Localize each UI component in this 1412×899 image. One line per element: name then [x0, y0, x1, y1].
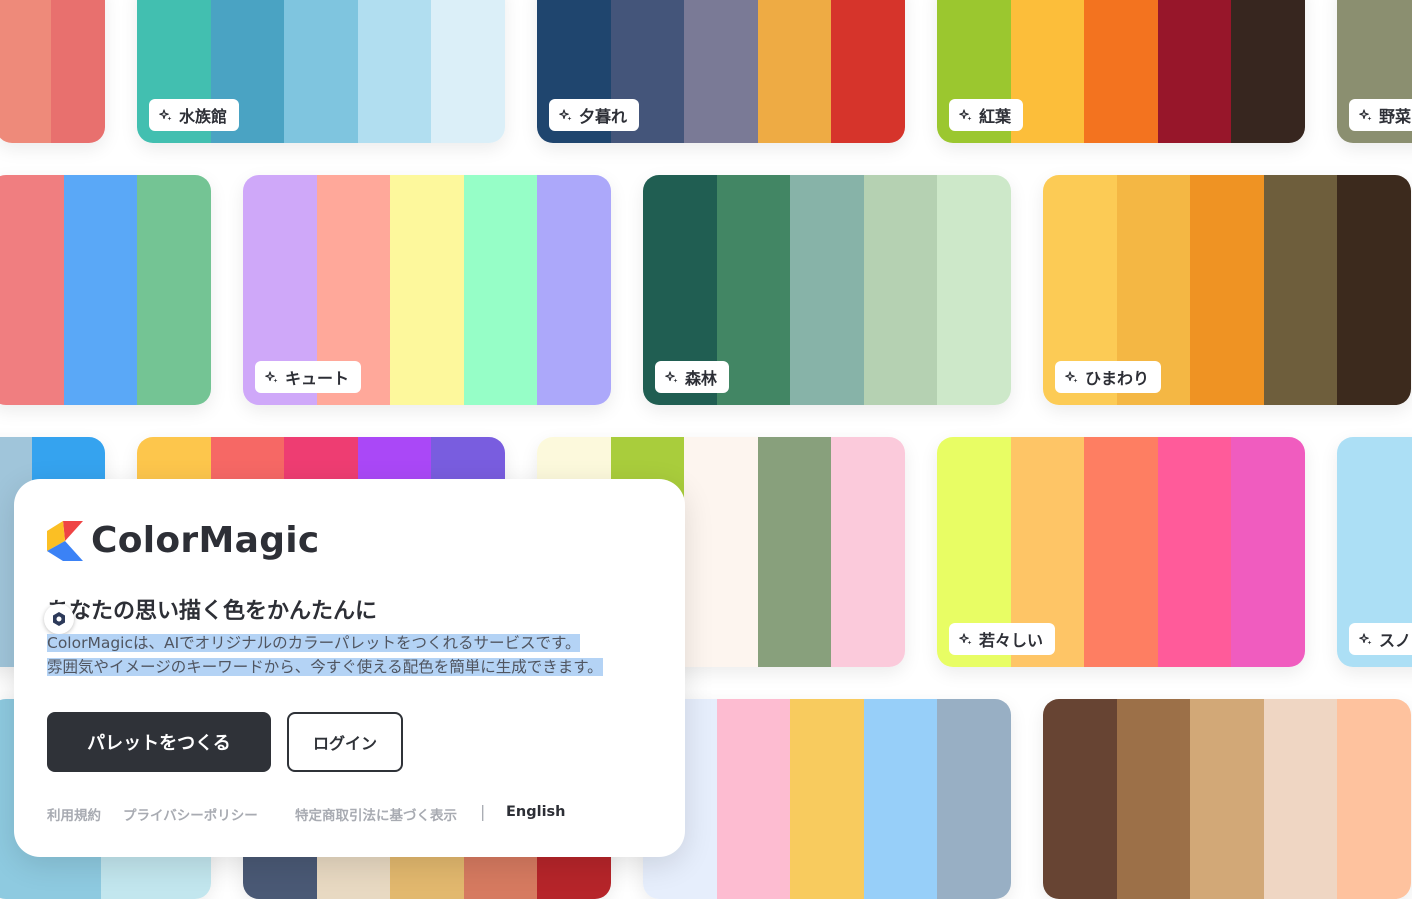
palette-card[interactable]: 夕暮れ — [537, 0, 905, 143]
palette-card[interactable]: 水族館 — [137, 0, 505, 143]
description-line-2: 雰囲気やイメージのキーワードから、今すぐ使える配色を簡単に生成できます。 — [47, 658, 603, 676]
color-swatch[interactable] — [716, 699, 791, 899]
color-swatch[interactable] — [1190, 699, 1264, 899]
palette-name-tag[interactable]: 森林 — [655, 361, 730, 393]
color-swatch[interactable] — [357, 0, 432, 143]
color-swatch[interactable] — [790, 699, 864, 899]
sparkle-icon — [665, 370, 679, 384]
color-swatch[interactable] — [863, 175, 938, 405]
palette-name-tag[interactable]: キュート — [255, 361, 362, 393]
palette-name: ひまわり — [1085, 369, 1150, 388]
color-swatch[interactable] — [63, 175, 138, 405]
color-swatch[interactable] — [137, 175, 211, 405]
palette-card[interactable] — [1043, 699, 1411, 899]
color-swatch[interactable] — [390, 175, 464, 405]
color-swatch[interactable] — [831, 0, 905, 143]
color-swatch[interactable] — [50, 0, 105, 143]
color-swatch[interactable] — [1337, 699, 1411, 899]
color-swatch[interactable] — [937, 175, 1011, 405]
palette-name-tag[interactable]: 水族館 — [149, 99, 240, 131]
color-swatch[interactable] — [1043, 699, 1117, 899]
color-swatch[interactable] — [1263, 175, 1338, 405]
footer-separator: | — [480, 802, 486, 821]
palette-name: 夕暮れ — [579, 107, 628, 126]
sparkle-icon — [159, 108, 173, 122]
palette-name: 野菜 — [1379, 107, 1412, 126]
commerce-law-link[interactable]: 特定商取引法に基づく表示 — [295, 804, 457, 824]
color-swatch[interactable] — [1157, 437, 1232, 667]
palette-card[interactable] — [0, 175, 211, 405]
color-swatch[interactable] — [831, 437, 905, 667]
sparkle-icon — [1359, 108, 1373, 122]
palette-name-tag[interactable]: スノ — [1349, 623, 1412, 655]
color-swatch[interactable] — [1084, 437, 1158, 667]
palette-name: スノ — [1379, 631, 1412, 650]
sparkle-icon — [265, 370, 279, 384]
page-title: あなたの思い描く色をかんたんに — [47, 599, 378, 624]
palette-card[interactable]: スノ — [1337, 437, 1412, 667]
palette-card[interactable]: ひまわり — [1043, 175, 1411, 405]
color-swatch[interactable] — [937, 699, 1011, 899]
palette-name-tag[interactable]: ひまわり — [1055, 361, 1162, 393]
login-button[interactable]: ログイン — [287, 712, 403, 772]
color-swatch[interactable] — [463, 175, 538, 405]
color-swatch[interactable] — [1116, 699, 1191, 899]
color-swatch[interactable] — [1231, 437, 1305, 667]
color-swatch[interactable] — [431, 0, 505, 143]
palette-card[interactable]: 紅葉 — [937, 0, 1305, 143]
extension-icon[interactable] — [44, 604, 74, 634]
create-palette-button[interactable]: パレットをつくる — [47, 712, 271, 772]
color-swatch[interactable] — [790, 175, 864, 405]
sparkle-icon — [1065, 370, 1079, 384]
brand-name: ColorMagic — [91, 520, 320, 561]
color-swatch[interactable] — [0, 175, 64, 405]
palette-name: 森林 — [685, 369, 718, 388]
palette-name: キュート — [285, 369, 350, 388]
color-swatch[interactable] — [1157, 0, 1232, 143]
color-swatch[interactable] — [863, 699, 938, 899]
terms-link[interactable]: 利用規約 — [47, 804, 101, 824]
palette-name-tag[interactable]: 野菜 — [1349, 99, 1412, 131]
color-swatch[interactable] — [684, 0, 758, 143]
palette-card[interactable]: 若々しい — [937, 437, 1305, 667]
color-swatch[interactable] — [1337, 175, 1411, 405]
color-swatch[interactable] — [1084, 0, 1158, 143]
sparkle-icon — [1359, 632, 1373, 646]
palette-name-tag[interactable]: 紅葉 — [949, 99, 1024, 131]
color-swatch[interactable] — [684, 437, 758, 667]
color-swatch[interactable] — [757, 437, 832, 667]
palette-name: 若々しい — [979, 631, 1044, 650]
intro-panel: ColorMagic あなたの思い描く色をかんたんに ColorMagicは、A… — [14, 479, 685, 857]
color-swatch[interactable] — [537, 175, 611, 405]
color-swatch[interactable] — [1263, 699, 1338, 899]
color-swatch[interactable] — [1190, 175, 1264, 405]
palette-card[interactable]: 野菜 — [1337, 0, 1412, 143]
colormagic-logo-icon — [47, 520, 83, 561]
privacy-link[interactable]: プライバシーポリシー — [123, 804, 258, 824]
palette-card[interactable]: 森林 — [643, 175, 1011, 405]
color-swatch[interactable] — [284, 0, 358, 143]
sparkle-icon — [959, 632, 973, 646]
palette-name: 紅葉 — [979, 107, 1012, 126]
sparkle-icon — [559, 108, 573, 122]
palette-name-tag[interactable]: 夕暮れ — [549, 99, 640, 131]
description-line-1: ColorMagicは、AIでオリジナルのカラーパレットをつくれるサービスです。 — [47, 634, 581, 652]
language-switch-link[interactable]: English — [506, 804, 566, 820]
intro-description: ColorMagicは、AIでオリジナルのカラーパレットをつくれるサービスです。… — [47, 631, 603, 679]
palette-card[interactable]: キュート — [243, 175, 611, 405]
palette-card[interactable] — [0, 0, 105, 143]
color-swatch[interactable] — [757, 0, 832, 143]
color-swatch[interactable] — [0, 0, 51, 143]
color-swatch[interactable] — [1231, 0, 1305, 143]
logo[interactable]: ColorMagic — [47, 520, 320, 561]
sparkle-icon — [959, 108, 973, 122]
palette-card[interactable] — [643, 699, 1011, 899]
palette-name: 水族館 — [179, 107, 228, 126]
palette-name-tag[interactable]: 若々しい — [949, 623, 1056, 655]
